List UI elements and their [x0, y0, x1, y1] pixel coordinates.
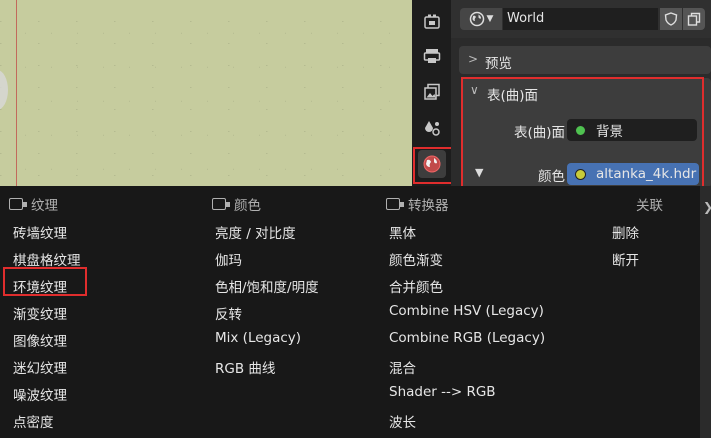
scene-icon	[425, 121, 440, 136]
world-browse-button[interactable]: ▼	[460, 8, 502, 30]
menu-item-gamma[interactable]: 伽玛	[215, 249, 242, 269]
properties-header: ▼ World	[451, 0, 711, 38]
preview-panel-title: 预览	[485, 56, 512, 72]
menu-header-label: 关联	[636, 198, 663, 214]
world-tab-highlight	[413, 147, 455, 184]
view-layer-tab[interactable]	[418, 78, 446, 106]
menu-item-bright-contrast[interactable]: 亮度 / 对比度	[215, 222, 296, 242]
output-icon	[423, 49, 441, 63]
fake-user-button[interactable]	[660, 8, 682, 30]
new-world-button[interactable]	[683, 8, 705, 30]
menu-item-blackbody[interactable]: 黑体	[389, 222, 416, 242]
menu-header-converter: 转换器	[386, 194, 449, 214]
menu-item-color-ramp[interactable]: 颜色渐变	[389, 249, 443, 269]
chevron-down-icon: ▼	[486, 14, 494, 24]
chevron-right-icon: >	[468, 52, 479, 66]
render-tab[interactable]	[418, 8, 446, 36]
render-icon	[424, 14, 440, 29]
menu-item-combine-color[interactable]: 合并颜色	[389, 276, 443, 296]
menu-item-disconnect[interactable]: 断开	[612, 249, 639, 269]
menu-item-checker-texture[interactable]: 棋盘格纹理	[13, 249, 81, 269]
menu-header-color: 颜色	[212, 194, 261, 214]
node-category-icon	[9, 198, 27, 210]
x-axis-line	[16, 0, 17, 186]
world-name-field[interactable]: World	[503, 8, 658, 30]
output-tab[interactable]	[418, 42, 446, 70]
scene-object[interactable]	[0, 70, 8, 110]
menu-item-magic-texture[interactable]: 迷幻纹理	[13, 357, 67, 377]
world-icon	[469, 11, 484, 27]
menu-item-brick-texture[interactable]: 砖墙纹理	[13, 222, 67, 242]
menu-item-image-texture[interactable]: 图像纹理	[13, 330, 67, 350]
menu-header-label: 纹理	[31, 198, 58, 214]
menu-item-wavelength[interactable]: 波长	[389, 411, 416, 431]
menu-item-mix-legacy[interactable]: Mix (Legacy)	[215, 330, 301, 346]
menu-item-point-density[interactable]: 点密度	[13, 411, 54, 431]
menu-item-gradient-texture[interactable]: 渐变纹理	[13, 303, 67, 323]
preview-panel[interactable]: > 预览	[459, 46, 711, 74]
menu-item-combine-hsv[interactable]: Combine HSV (Legacy)	[389, 303, 544, 319]
view-layer-icon	[424, 83, 440, 100]
node-add-menu: 纹理 颜色 转换器 关联 砖墙纹理 棋盘格纹理 环境纹理 渐变纹理 图像纹理 迷…	[0, 186, 711, 438]
arrow-right-icon[interactable]: ❯	[703, 200, 711, 214]
menu-item-remove[interactable]: 删除	[612, 222, 639, 242]
node-category-icon	[212, 198, 230, 210]
menu-item-rgb-curves[interactable]: RGB 曲线	[215, 357, 275, 377]
node-category-icon	[386, 198, 404, 210]
environment-texture-highlight	[3, 267, 87, 296]
menu-item-combine-rgb[interactable]: Combine RGB (Legacy)	[389, 330, 545, 346]
menu-item-mix[interactable]: 混合	[389, 357, 416, 377]
menu-item-invert[interactable]: 反转	[215, 303, 242, 323]
surface-panel-highlight	[461, 77, 704, 192]
copy-icon	[687, 12, 701, 26]
menu-header-link: 关联	[636, 194, 663, 214]
side-region	[700, 186, 711, 438]
scene-tab[interactable]	[418, 114, 446, 142]
menu-item-noise-texture[interactable]: 噪波纹理	[13, 384, 67, 404]
menu-header-label: 颜色	[234, 198, 261, 214]
menu-header-label: 转换器	[408, 198, 449, 214]
shield-icon	[664, 12, 678, 26]
3d-viewport[interactable]	[0, 0, 412, 186]
menu-header-texture: 纹理	[9, 194, 58, 214]
menu-item-hue-saturation[interactable]: 色相/饱和度/明度	[215, 276, 319, 296]
menu-item-shader-to-rgb[interactable]: Shader --> RGB	[389, 384, 496, 400]
